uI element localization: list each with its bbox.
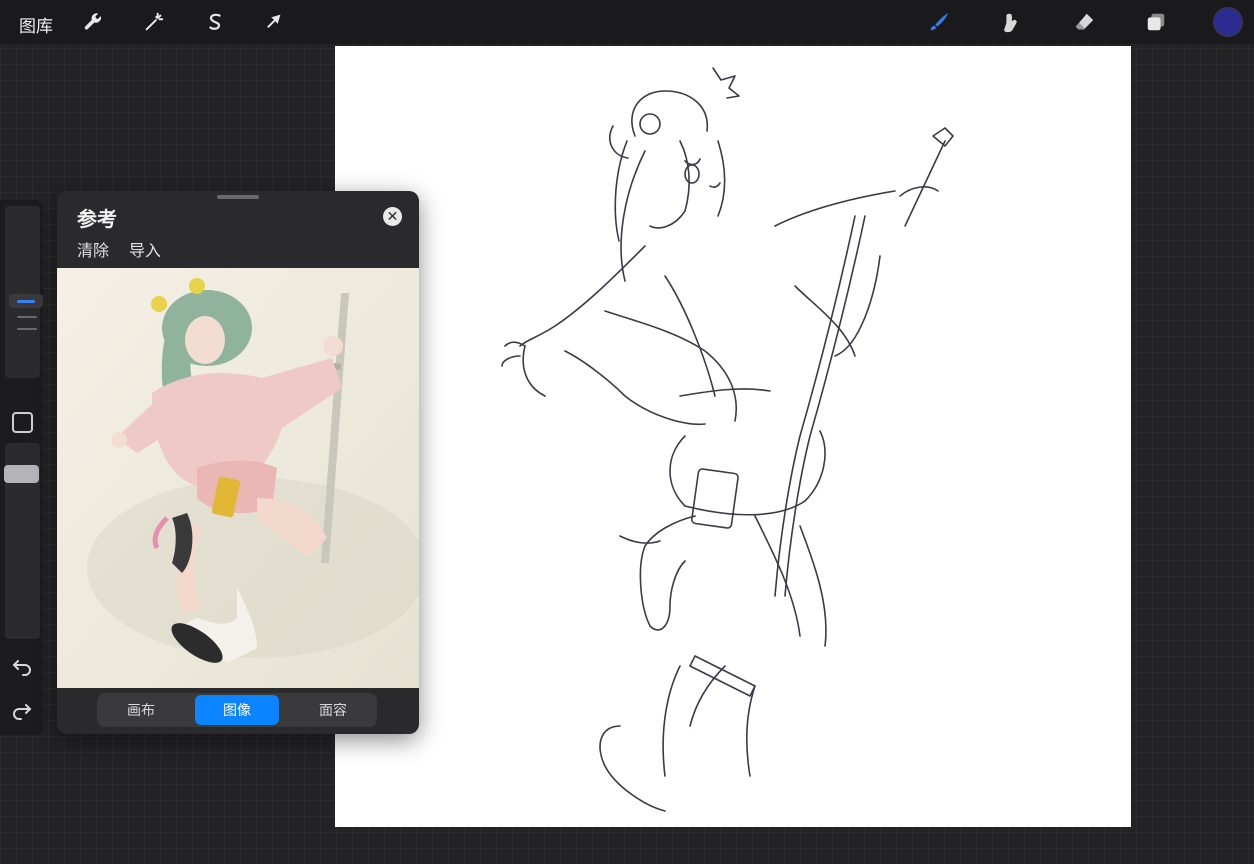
size-tick: [17, 328, 37, 330]
color-icon[interactable]: [1214, 8, 1242, 36]
tab-face[interactable]: 面容: [291, 695, 375, 725]
tab-image[interactable]: 图像: [195, 695, 279, 725]
close-icon[interactable]: ✕: [383, 207, 402, 226]
size-tick: [17, 316, 37, 318]
layers-icon[interactable]: [1141, 7, 1171, 37]
drag-handle[interactable]: [217, 195, 259, 199]
drawing-canvas[interactable]: [335, 46, 1131, 827]
brush-size-thumb[interactable]: [9, 294, 43, 308]
reference-image: [57, 268, 419, 688]
reference-title: 参考: [77, 209, 117, 231]
opacity-thumb[interactable]: [4, 465, 39, 483]
magic-wand-icon[interactable]: [139, 7, 169, 37]
tab-canvas[interactable]: 画布: [99, 695, 183, 725]
transform-icon[interactable]: [259, 7, 289, 37]
undo-icon[interactable]: [10, 654, 34, 678]
sketch-artwork: [501, 67, 954, 812]
eraser-icon[interactable]: [1069, 7, 1099, 37]
sidebar: [0, 200, 43, 735]
reference-panel: 参考 ✕ 清除 导入 画布 图像 面容: [57, 191, 419, 734]
modify-button[interactable]: [12, 412, 33, 433]
brush-size-slider[interactable]: [5, 206, 43, 378]
import-button[interactable]: 导入: [129, 237, 161, 261]
smudge-icon[interactable]: [996, 7, 1026, 37]
brush-icon[interactable]: [924, 7, 954, 37]
reference-mode-control: 画布 图像 面容: [97, 693, 377, 727]
top-toolbar: 图库: [0, 0, 1254, 44]
wrench-icon[interactable]: [78, 7, 108, 37]
gallery-button[interactable]: 图库: [19, 12, 53, 37]
clear-button[interactable]: 清除: [77, 237, 109, 261]
redo-icon[interactable]: [10, 698, 34, 722]
selection-icon[interactable]: [200, 7, 230, 37]
